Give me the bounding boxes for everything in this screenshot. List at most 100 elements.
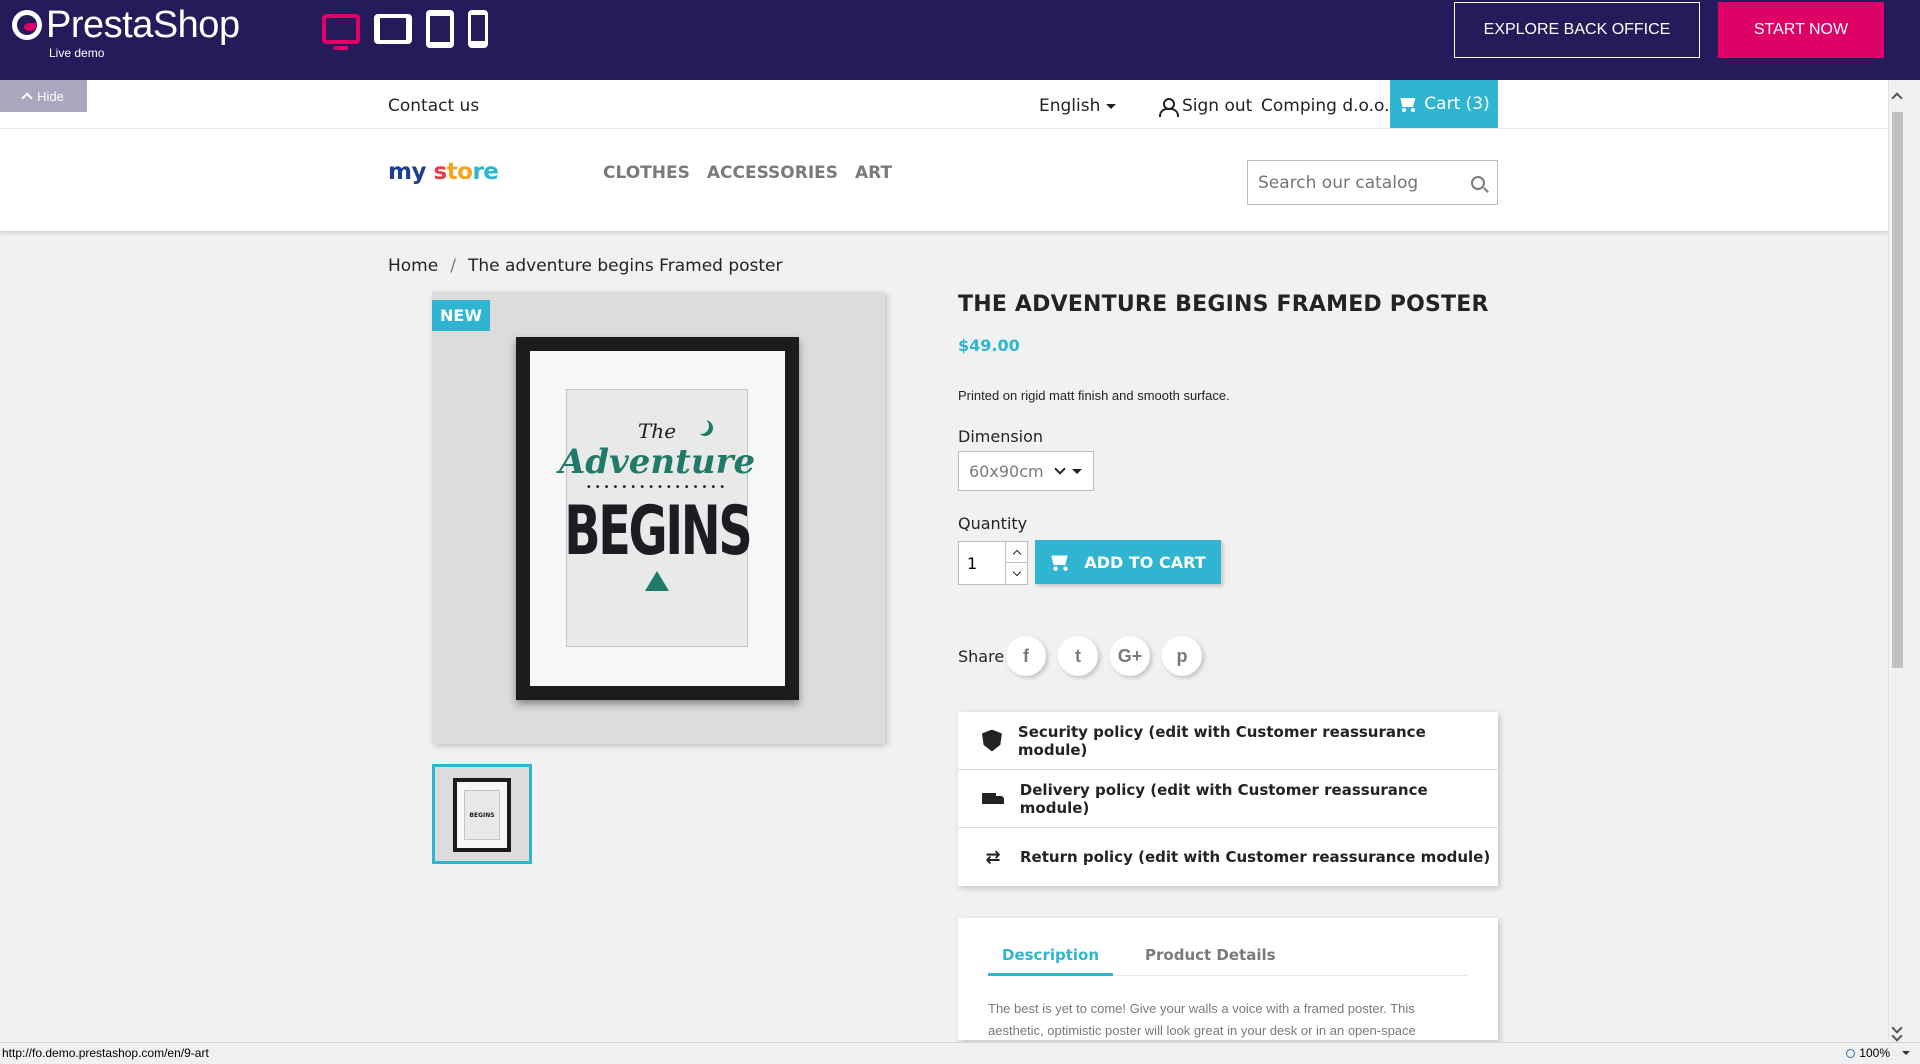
thumbnail-artwork: BEGINS [464,790,500,840]
social-share: f t G+ p [1006,636,1202,676]
add-to-cart-button[interactable]: ADD TO CART [1035,540,1221,584]
magnifier-icon [1846,1048,1856,1058]
zoom-value: 100% [1859,1046,1890,1060]
breadcrumb-home[interactable]: Home [388,256,438,276]
reassurance-item: ⇄ Return policy (edit with Customer reas… [958,828,1498,886]
caret-down-icon [1071,468,1082,474]
reassurance-label: Security policy (edit with Customer reas… [1017,722,1426,759]
poster-mat: The Adventure •••••••••••••••• BEGINS [530,351,785,686]
menu-item-clothes[interactable]: CLOTHES [603,163,690,183]
twitter-icon[interactable]: t [1058,636,1098,676]
product-title: THE ADVENTURE BEGINS FRAMED POSTER [958,292,1489,317]
quantity-increment[interactable] [1006,542,1027,563]
thumbnail-text-begins: BEGINS [469,811,495,819]
store-logo[interactable]: my store [388,159,499,185]
chevron-down-icon [1053,463,1066,475]
logo-part: to [446,159,473,185]
poster-text-adventure: Adventure [558,442,756,482]
poster-text-the: The [637,419,677,443]
quantity-input[interactable] [959,542,1007,584]
product-thumbnail[interactable]: BEGINS [432,764,532,864]
tab-description[interactable]: Description [988,946,1114,976]
reassurance-item: Security policy (edit with Customer reas… [958,712,1498,770]
breadcrumb-current[interactable]: The adventure begins Framed poster [468,256,783,276]
search-icon[interactable] [1471,176,1485,190]
dimension-select[interactable]: 60x90cm [958,451,1094,491]
caret-down-icon [1106,103,1117,109]
facebook-icon[interactable]: f [1006,636,1046,676]
logo-subtitle: Live demo [49,46,105,60]
phone-icon[interactable] [468,10,488,48]
swap-arrows-icon: ⇄ [985,846,1001,868]
cart-button[interactable]: Cart (3) [1390,80,1498,128]
chevron-up-icon [21,92,33,104]
device-switcher [322,10,488,50]
cart-label: Cart (3) [1424,94,1490,114]
tablet-portrait-icon[interactable] [426,10,454,48]
logo-part: re [472,159,499,185]
scroll-up-icon[interactable] [1891,92,1903,104]
account-name-link[interactable]: Comping d.o.o. [1261,96,1390,116]
shopping-cart-icon [1398,96,1418,112]
dimension-label: Dimension [958,427,1044,446]
sign-out-label: Sign out [1182,96,1253,116]
quantity-decrement[interactable] [1006,563,1027,584]
product-price: $49.00 [958,336,1020,355]
reassurance-label: Delivery policy (edit with Customer reas… [1019,780,1428,817]
reassurance-label: Return policy (edit with Customer reassu… [1020,848,1491,866]
vertical-scrollbar[interactable] [1888,80,1905,1042]
dimension-value: 60x90cm [969,461,1044,481]
tab-list: Description Product Details [988,946,1468,976]
start-now-button[interactable]: START NOW [1718,2,1884,58]
poster-text-begins: BEGINS [563,492,752,571]
store-top-nav: Contact us English Sign out Comping d.o.… [0,80,1888,129]
hide-demo-bar-button[interactable]: Hide [0,80,87,112]
moon-icon [693,418,709,434]
pinterest-icon[interactable]: p [1162,636,1202,676]
tablet-landscape-icon[interactable] [374,14,412,44]
shield-icon [982,729,1002,752]
description-text: The best is yet to come! Give your walls… [988,1001,1416,1038]
thumbnail-frame: BEGINS [453,778,511,852]
scroll-down-icon[interactable] [1891,1030,1903,1042]
scroll-thumb[interactable] [1892,112,1903,668]
language-selector[interactable]: English [1039,96,1117,116]
zoom-level[interactable]: 100% [1846,1046,1890,1060]
google-plus-icon[interactable]: G+ [1110,636,1150,676]
poster-frame: The Adventure •••••••••••••••• BEGINS [516,337,799,700]
desktop-icon[interactable] [322,14,360,50]
reassurance-item: Delivery policy (edit with Customer reas… [958,770,1498,828]
poster-artwork: The Adventure •••••••••••••••• BEGINS [559,389,755,647]
reassurance-block: Security policy (edit with Customer reas… [958,712,1498,886]
breadcrumb-separator: / [450,256,456,276]
main-menu: CLOTHES ACCESSORIES ART [603,163,892,183]
product-tabs: Description Product Details The best is … [958,918,1498,1040]
hide-label: Hide [37,88,64,104]
caret-down-icon[interactable] [1902,1051,1910,1055]
product-cover-image[interactable]: NEW The Adventure •••••••••••••••• BEGIN… [432,292,885,744]
explore-back-office-button[interactable]: EXPLORE BACK OFFICE [1454,2,1700,58]
logo-name: PrestaShop [46,4,240,46]
chevron-up-icon [1012,549,1021,558]
contact-us-link[interactable]: Contact us [388,96,479,116]
logo-part: my [388,159,426,185]
thumbnail-mat: BEGINS [457,782,507,848]
store-header: my store CLOTHES ACCESSORIES ART [0,129,1888,231]
prestashop-logo[interactable]: PrestaShop Live demo [12,6,240,60]
tab-product-details[interactable]: Product Details [1131,946,1290,976]
new-badge: NEW [432,300,490,331]
tent-icon [645,571,669,591]
language-label: English [1039,96,1101,116]
quantity-stepper [958,541,1028,585]
user-icon [1158,97,1179,117]
menu-item-art[interactable]: ART [855,163,892,183]
browser-status-bar: http://fo.demo.prestashop.com/en/9-art 1… [0,1042,1920,1064]
sign-out-link[interactable]: Sign out [1158,96,1253,117]
puffin-logo-icon [12,10,42,40]
share-label: Share [958,647,1005,666]
menu-item-accessories[interactable]: ACCESSORIES [707,163,838,183]
status-url: http://fo.demo.prestashop.com/en/9-art [2,1046,209,1060]
chevron-down-icon [1012,567,1021,577]
search-input[interactable] [1248,161,1497,204]
product-short-description: Printed on rigid matt finish and smooth … [958,388,1230,403]
